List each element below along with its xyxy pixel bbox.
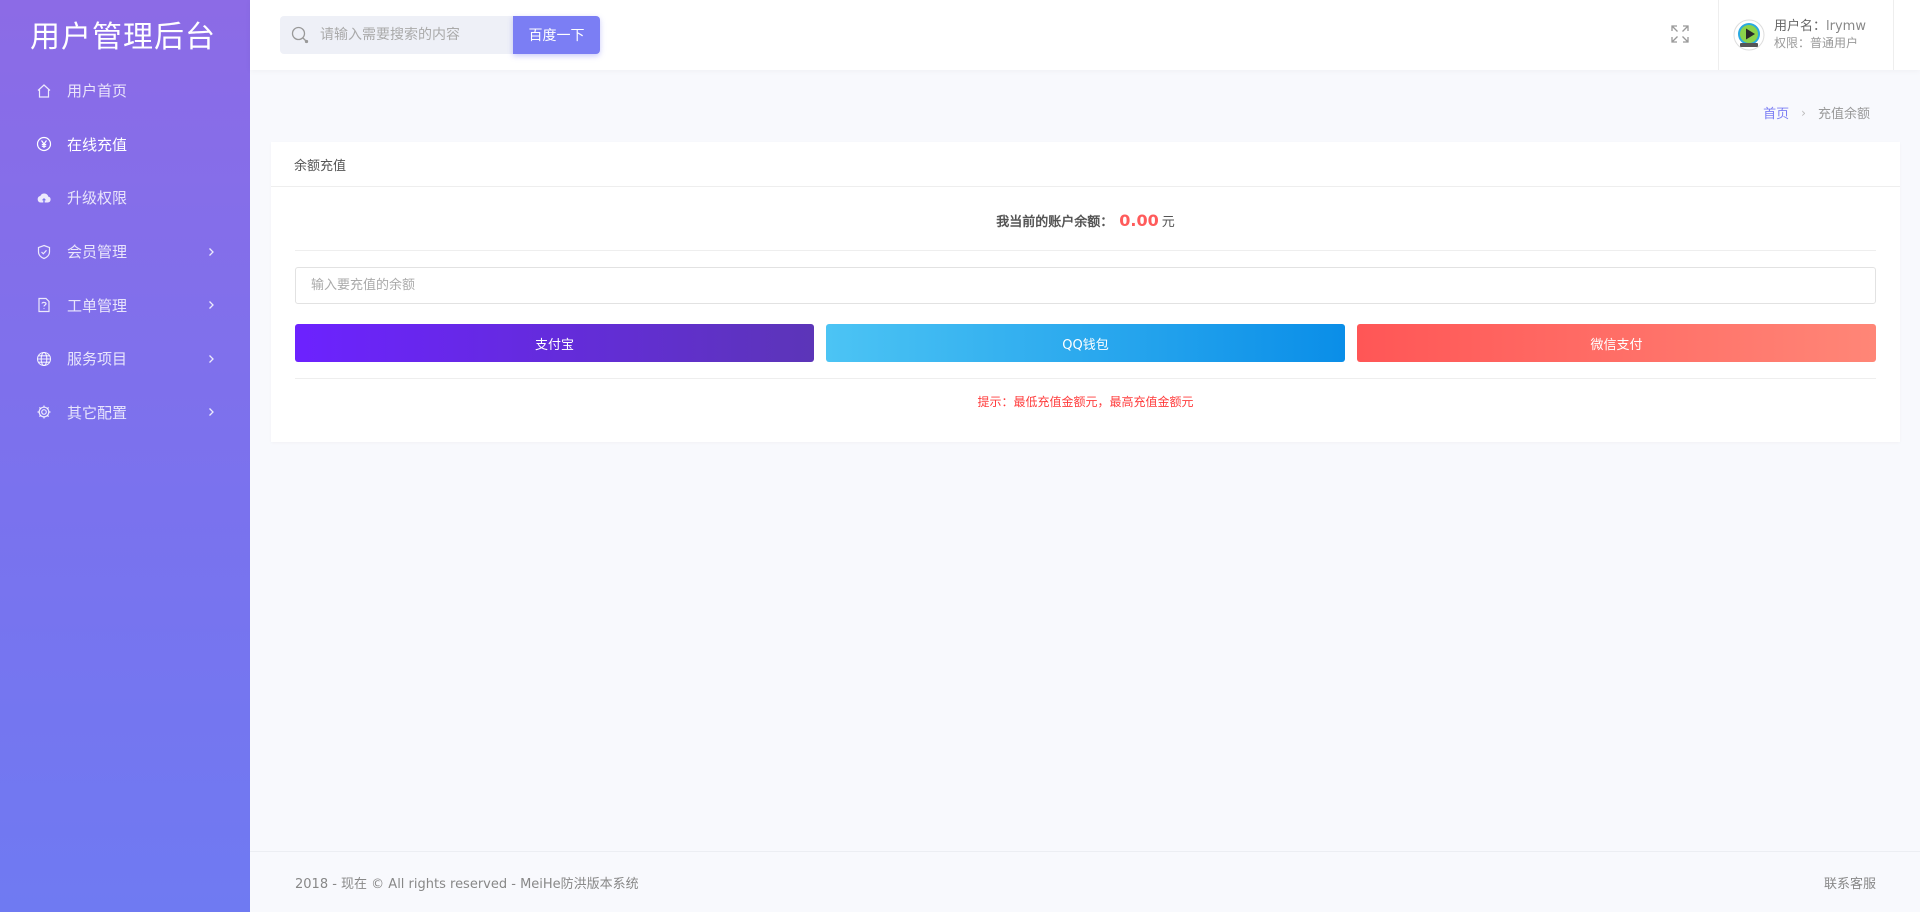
shield-check-icon bbox=[35, 243, 52, 260]
user-role-label: 权限： bbox=[1774, 36, 1811, 50]
ticket-icon bbox=[35, 297, 52, 314]
breadcrumb: 首页 › 充值余额 bbox=[1763, 103, 1870, 123]
user-info: 用户名：lrymw 权限：普通用户 bbox=[1774, 19, 1866, 51]
balance-unit: 元 bbox=[1161, 215, 1175, 230]
recharge-amount-input[interactable] bbox=[295, 267, 1876, 304]
sidebar-item-label: 服务项目 bbox=[67, 350, 128, 369]
balance-value: 0.00 bbox=[1119, 211, 1159, 230]
gear-icon bbox=[35, 404, 52, 421]
search-input[interactable] bbox=[310, 16, 513, 54]
sidebar-item-other-config[interactable]: 其它配置 bbox=[0, 386, 250, 440]
top-header: 百度一下 用户名：lrymw 权限：普通用户 bbox=[250, 0, 1920, 70]
contact-support-link[interactable]: 联系客服 bbox=[1824, 873, 1876, 892]
sidebar-item-label: 在线充值 bbox=[67, 135, 128, 154]
brand-title: 用户管理后台 bbox=[30, 20, 216, 55]
sidebar-item-member-management[interactable]: 会员管理 bbox=[0, 225, 250, 279]
chevron-right-icon bbox=[206, 243, 216, 261]
user-name-label: 用户名： bbox=[1774, 19, 1827, 34]
user-role: 权限：普通用户 bbox=[1774, 35, 1866, 51]
cloud-upload-icon bbox=[35, 189, 52, 206]
fullscreen-icon[interactable] bbox=[1670, 24, 1690, 44]
divider bbox=[295, 378, 1876, 379]
sidebar-item-ticket-management[interactable]: 工单管理 bbox=[0, 278, 250, 332]
breadcrumb-home-link[interactable]: 首页 bbox=[1763, 103, 1789, 122]
breadcrumb-separator: › bbox=[1801, 105, 1806, 120]
sidebar-item-online-recharge[interactable]: 在线充值 bbox=[0, 118, 250, 172]
search-button[interactable]: 百度一下 bbox=[513, 16, 600, 54]
search-icon bbox=[291, 26, 309, 44]
sidebar-item-label: 工单管理 bbox=[67, 296, 128, 315]
user-role-value: 普通用户 bbox=[1810, 36, 1859, 50]
sidebar-item-label: 会员管理 bbox=[67, 243, 128, 262]
sidebar-item-upgrade-permission[interactable]: 升级权限 bbox=[0, 171, 250, 225]
footer: 2018 - 现在 © All rights reserved - MeiHe防… bbox=[250, 851, 1920, 912]
breadcrumb-current: 充值余额 bbox=[1817, 107, 1870, 122]
sidebar: 用户管理后台 用户首页 在线充值 升级权限 会员管理 工单管理 服务项目 其它配… bbox=[0, 0, 250, 912]
chevron-right-icon bbox=[206, 296, 216, 314]
qq-wallet-button[interactable]: QQ钱包 bbox=[826, 324, 1345, 362]
alipay-button[interactable]: 支付宝 bbox=[295, 324, 814, 362]
recharge-card: 余额充值 我当前的账户余额： 0.00 元 支付宝 QQ钱包 微信支付 提示：最… bbox=[271, 142, 1900, 442]
sidebar-item-service-items[interactable]: 服务项目 bbox=[0, 332, 250, 386]
payment-buttons: 支付宝 QQ钱包 微信支付 bbox=[295, 324, 1876, 362]
balance-label: 我当前的账户余额： bbox=[996, 215, 1114, 230]
yen-icon bbox=[35, 136, 52, 153]
search-box bbox=[280, 16, 513, 54]
card-body: 我当前的账户余额： 0.00 元 支付宝 QQ钱包 微信支付 提示：最低充值金额… bbox=[271, 187, 1900, 410]
user-name: 用户名：lrymw bbox=[1774, 19, 1866, 35]
avatar bbox=[1733, 19, 1765, 51]
sidebar-item-label: 其它配置 bbox=[67, 403, 128, 422]
home-icon bbox=[35, 82, 52, 99]
globe-icon bbox=[35, 350, 52, 367]
sidebar-item-label: 用户首页 bbox=[67, 82, 128, 101]
user-name-value: lrymw bbox=[1826, 19, 1866, 34]
chevron-right-icon bbox=[206, 403, 216, 421]
sidebar-item-user-home[interactable]: 用户首页 bbox=[0, 64, 250, 118]
footer-copyright: 2018 - 现在 © All rights reserved - MeiHe防… bbox=[295, 876, 639, 892]
balance-line: 我当前的账户余额： 0.00 元 bbox=[295, 187, 1876, 251]
chevron-right-icon bbox=[206, 350, 216, 368]
recharge-tip: 提示：最低充值金额元，最高充值金额元 bbox=[977, 395, 1194, 409]
wechat-pay-button[interactable]: 微信支付 bbox=[1357, 324, 1876, 362]
sidebar-item-label: 升级权限 bbox=[67, 189, 128, 208]
card-title: 余额充值 bbox=[271, 142, 1900, 187]
user-menu[interactable]: 用户名：lrymw 权限：普通用户 bbox=[1718, 0, 1894, 70]
